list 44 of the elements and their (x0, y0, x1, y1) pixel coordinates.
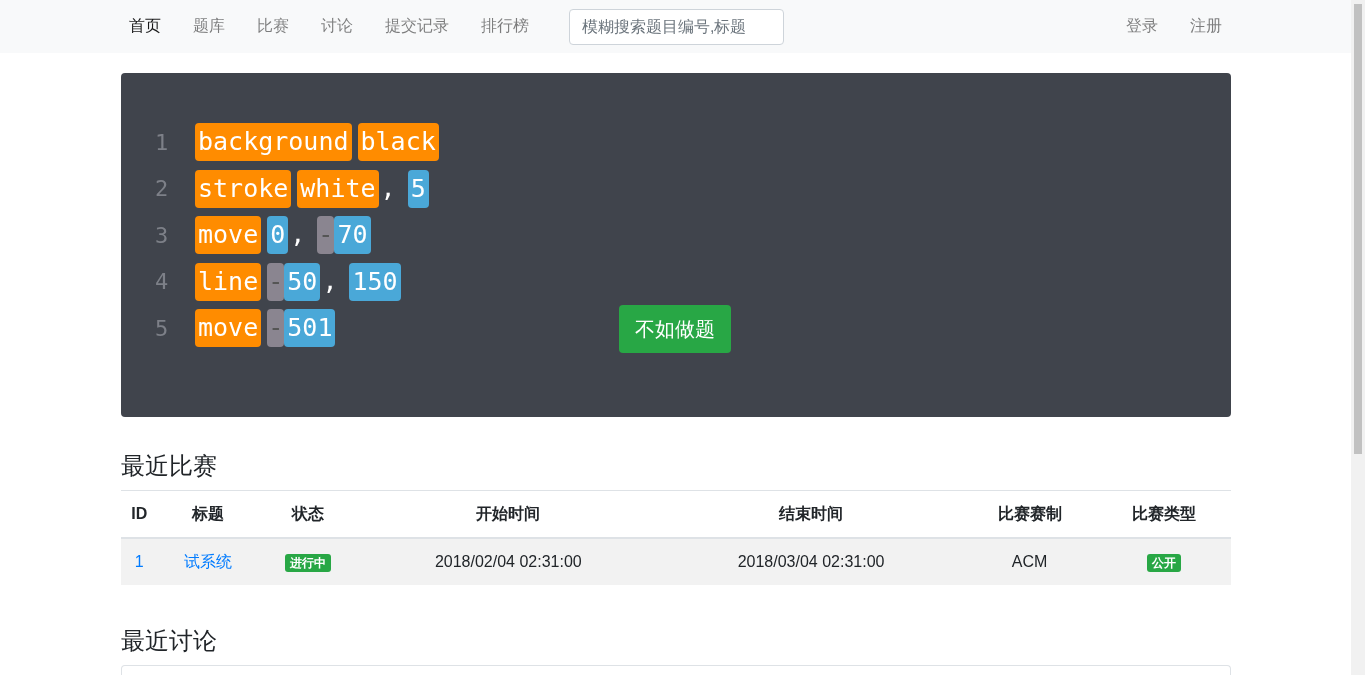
number-block: 70 (334, 216, 371, 255)
nav-link[interactable]: 登录 (1110, 8, 1174, 45)
section-title: 最近讨论 (121, 626, 218, 656)
line-number: 3 (155, 222, 170, 248)
section-title: 最近比赛 (121, 451, 218, 481)
number-block: 501 (284, 309, 336, 348)
contest-id-link[interactable]: 1 (134, 553, 144, 570)
code-block: move (195, 216, 262, 255)
comma: , (290, 219, 306, 252)
comma: , (380, 172, 396, 205)
code-block: move (195, 309, 262, 348)
minus-block: - (317, 216, 335, 255)
code-block: line (195, 262, 262, 301)
contest-title-link[interactable]: 试系统 (184, 552, 233, 570)
line-number: 1 (155, 129, 170, 155)
nav-link[interactable]: 题库 (177, 8, 241, 45)
table-cell: ACM (1011, 553, 1048, 570)
number-block: 150 (349, 262, 401, 301)
nav-link[interactable]: 提交记录 (369, 8, 465, 45)
number-block: 0 (267, 216, 289, 255)
nav-link[interactable]: 注册 (1174, 8, 1238, 45)
nav-link[interactable]: 讨论 (305, 8, 369, 45)
practice-button[interactable]: 不如做题 (619, 305, 731, 353)
scrollbar[interactable] (1351, 0, 1365, 675)
comma: , (322, 265, 338, 298)
code-block: background (195, 123, 352, 162)
line-number: 2 (155, 176, 170, 202)
nav-link[interactable]: 排行榜 (465, 8, 545, 45)
status-badge: 进行中 (285, 553, 332, 572)
table-cell: 2018/03/04 02:31:00 (737, 553, 885, 570)
code-block: black (357, 123, 439, 162)
minus-block: - (267, 309, 285, 348)
minus-block: - (267, 262, 285, 301)
line-number: 4 (155, 269, 170, 295)
code-block: stroke (195, 169, 292, 208)
number-block: 50 (284, 262, 321, 301)
table-cell: 2018/02/04 02:31:00 (434, 553, 582, 570)
nav-link[interactable]: 比赛 (241, 8, 305, 45)
nav-link[interactable]: 首页 (113, 8, 177, 45)
code-block: white (297, 169, 379, 208)
line-number: 5 (155, 315, 170, 341)
type-badge: 公开 (1146, 553, 1181, 572)
search-field[interactable]: 模糊搜索题目编号,标题 (569, 8, 784, 45)
number-block: 5 (407, 169, 429, 208)
